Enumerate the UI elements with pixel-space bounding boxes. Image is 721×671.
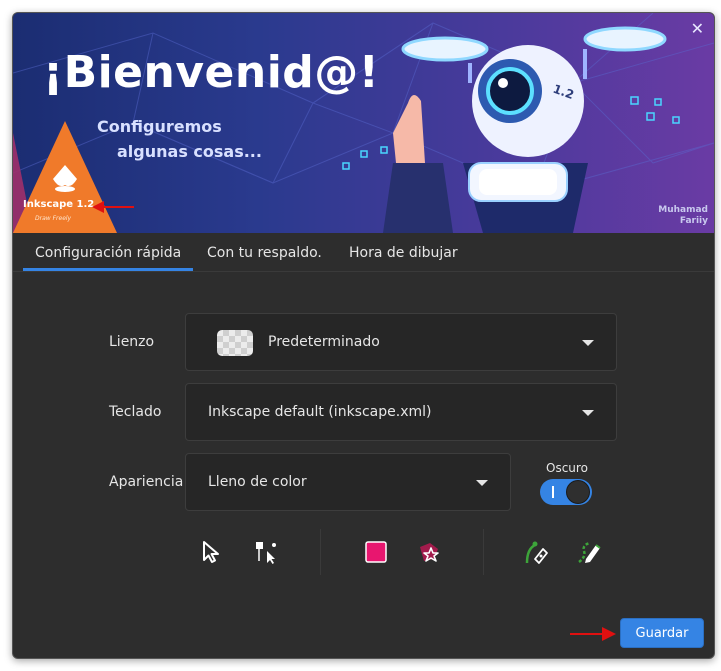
close-icon[interactable]: ✕ [691, 19, 704, 38]
robot-illustration [383, 26, 667, 233]
pencil-icon[interactable] [576, 539, 602, 565]
chevron-down-icon [476, 480, 488, 486]
selector-icon[interactable] [198, 539, 224, 565]
tab-support[interactable]: Con tu respaldo. [195, 235, 334, 271]
chevron-down-icon [582, 340, 594, 346]
welcome-dialog: 1.2 ¡Bienvenid@! Configuremos algunas co… [12, 12, 715, 659]
save-button[interactable]: Guardar [620, 618, 704, 648]
dark-mode-toggle[interactable] [540, 479, 592, 505]
star-icon[interactable] [416, 539, 442, 565]
inkscape-logo-label: Inkscape 1.2 [23, 199, 95, 210]
credit-line-2: Fariiy [679, 216, 708, 226]
node-icon[interactable] [253, 539, 279, 565]
toggle-on-indicator [552, 486, 554, 498]
welcome-title: ¡Bienvenid@! [43, 47, 380, 98]
appearance-select-value: Lleno de color [208, 474, 307, 490]
keyboard-select-value: Inkscape default (inkscape.xml) [208, 404, 432, 420]
welcome-subtitle: Configuremos algunas cosas... [97, 114, 297, 164]
tab-time-to-draw[interactable]: Hora de dibujar [337, 235, 470, 271]
rectangle-icon[interactable] [363, 539, 389, 565]
subtitle-line-1: Configuremos [97, 117, 222, 136]
artist-credit: Muhamad Fariiy [658, 205, 708, 227]
canvas-select-value: Predeterminado [268, 334, 380, 350]
tab-bar: Configuración rápida Con tu respaldo. Ho… [13, 235, 714, 272]
tab-quick-setup[interactable]: Configuración rápida [23, 235, 194, 271]
appearance-select[interactable]: Lleno de color [185, 453, 511, 511]
canvas-label: Lienzo [109, 334, 155, 350]
credit-line-1: Muhamad [658, 205, 708, 215]
keyboard-select[interactable]: Inkscape default (inkscape.xml) [185, 383, 617, 441]
appearance-label: Apariencia [109, 474, 184, 490]
toolbar-separator [483, 529, 484, 575]
toolbar-separator [320, 529, 321, 575]
pen-icon[interactable] [523, 539, 549, 565]
canvas-swatch [217, 330, 253, 356]
annotation-arrow-icon [92, 201, 134, 213]
annotation-arrow-icon [570, 627, 616, 641]
chevron-down-icon [582, 410, 594, 416]
inkscape-logo-tagline: Draw Freely [35, 215, 72, 222]
keyboard-label: Teclado [109, 404, 162, 420]
dark-mode-label: Oscuro [546, 461, 588, 475]
toggle-knob [566, 480, 590, 504]
subtitle-line-2: algunas cosas... [117, 142, 262, 161]
canvas-select[interactable]: Predeterminado [185, 313, 617, 371]
